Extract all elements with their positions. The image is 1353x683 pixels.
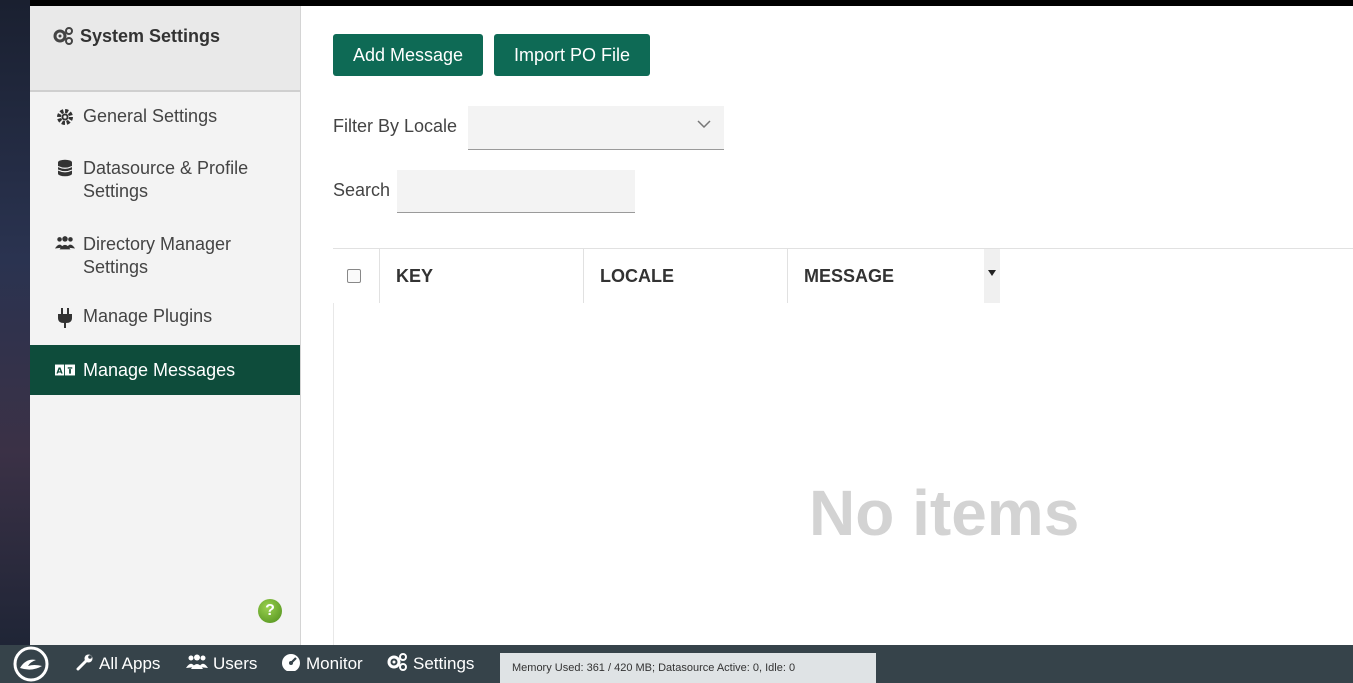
search-input[interactable]	[397, 170, 635, 213]
select-all-checkbox[interactable]	[347, 269, 361, 283]
bottom-bar-all-apps[interactable]: All Apps	[76, 645, 160, 683]
svg-text:A: A	[56, 366, 63, 376]
users-icon	[186, 654, 208, 675]
database-icon	[55, 159, 75, 177]
import-po-file-button[interactable]: Import PO File	[494, 34, 651, 76]
gears-icon	[52, 26, 74, 51]
gear-icon	[55, 108, 75, 126]
memory-status: Memory Used: 361 / 420 MB; Datasource Ac…	[500, 653, 876, 683]
main-panel: Add Message Import PO File Filter By Loc…	[301, 6, 1353, 645]
sidebar-title: System Settings	[80, 26, 221, 46]
plug-icon	[55, 308, 75, 328]
wrench-icon	[76, 653, 94, 676]
column-header-locale[interactable]: LOCALE	[584, 249, 788, 303]
sidebar-item-label: General Settings	[83, 106, 218, 126]
table-body	[333, 303, 1353, 645]
filter-by-locale-label: Filter By Locale	[333, 116, 458, 136]
sidebar-item-directory-manager[interactable]: Directory Manager Settings	[30, 233, 300, 279]
column-header-key[interactable]: KEY	[380, 249, 584, 303]
bottom-bar: All Apps Users Monitor Settings Memory U…	[0, 645, 1353, 683]
search-label: Search	[333, 180, 391, 200]
sidebar-item-label: Directory Manager Settings	[83, 234, 232, 277]
bottom-bar-users[interactable]: Users	[186, 645, 257, 683]
column-menu-toggle[interactable]	[984, 249, 1000, 303]
language-icon: A	[55, 364, 75, 376]
gears-icon	[386, 652, 408, 677]
users-group-icon	[55, 235, 75, 251]
bottom-bar-settings[interactable]: Settings	[386, 645, 474, 683]
caret-down-icon	[987, 263, 997, 281]
column-header-message[interactable]: MESSAGE	[788, 249, 984, 303]
sidebar-item-label: Datasource & Profile Settings	[83, 158, 249, 201]
empty-state-text: No items	[809, 477, 1080, 549]
sidebar-item-manage-plugins[interactable]: Manage Plugins	[30, 306, 300, 328]
sidebar-header: System Settings	[30, 6, 300, 92]
bottom-bar-monitor[interactable]: Monitor	[281, 645, 363, 683]
sidebar-item-datasource-settings[interactable]: Datasource & Profile Settings	[30, 157, 300, 203]
dashboard-icon	[281, 653, 301, 676]
app-window: System Settings General Settings Datasou…	[0, 0, 1353, 683]
add-message-button[interactable]: Add Message	[333, 34, 484, 76]
sidebar: System Settings General Settings Datasou…	[30, 6, 301, 645]
sidebar-item-label: Manage Messages	[83, 359, 236, 380]
sidebar-item-general-settings[interactable]: General Settings	[30, 106, 300, 127]
sidebar-item-label: Manage Plugins	[83, 306, 213, 326]
sidebar-item-manage-messages[interactable]: A Manage Messages	[30, 345, 300, 395]
help-icon[interactable]: ?	[258, 599, 282, 623]
desktop-edge	[0, 0, 30, 645]
table-header: KEY LOCALE MESSAGE	[333, 248, 1353, 304]
select-all-column	[333, 249, 380, 303]
locale-select[interactable]	[468, 106, 724, 150]
app-logo-icon[interactable]	[8, 645, 54, 683]
chevron-down-icon	[696, 117, 712, 135]
